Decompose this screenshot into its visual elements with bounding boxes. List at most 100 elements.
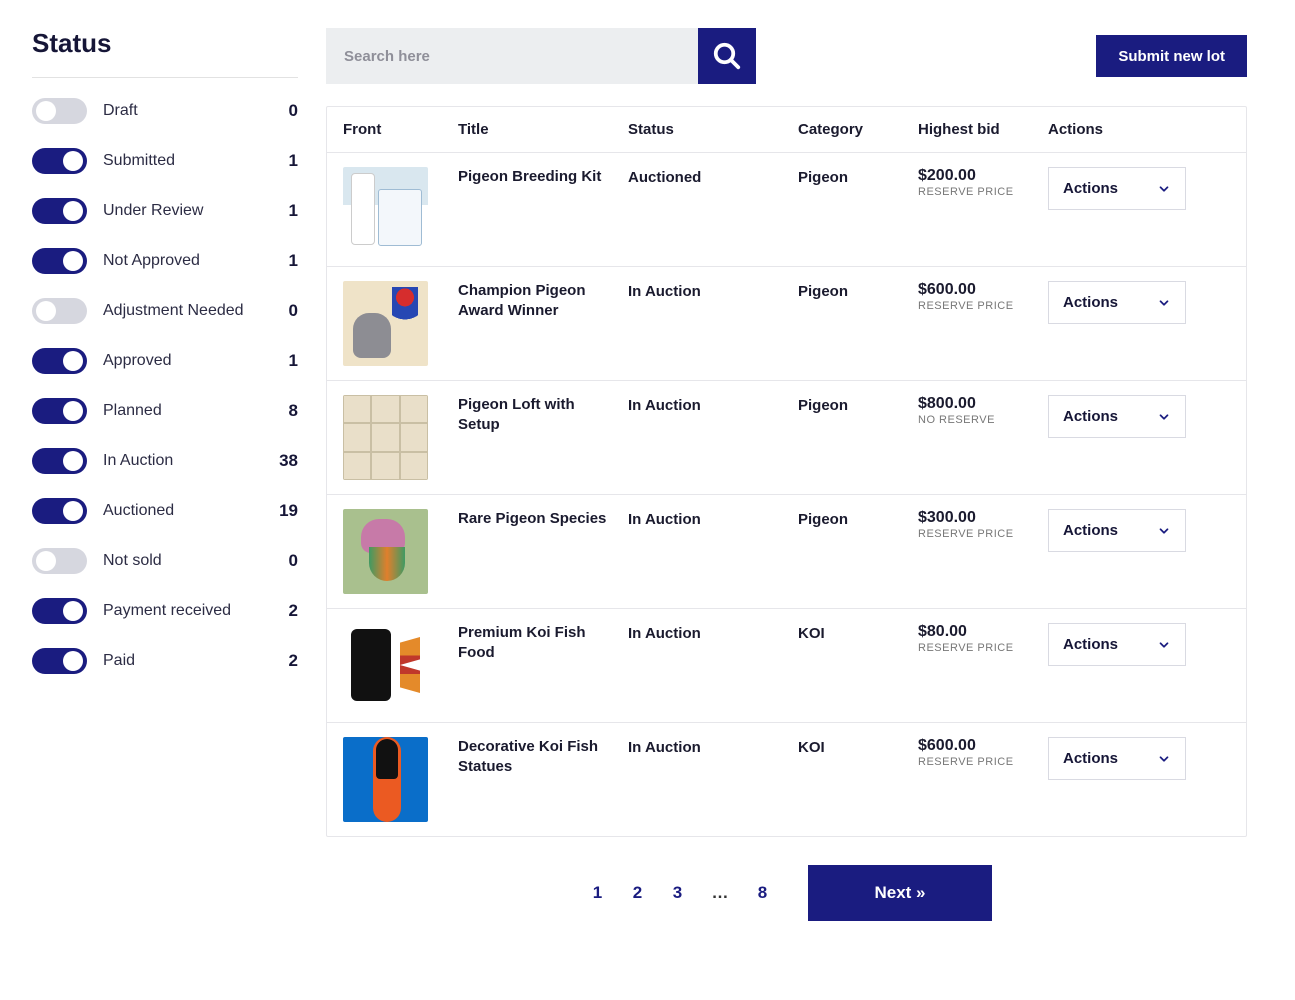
filter-toggle[interactable] (32, 598, 87, 624)
actions-button-label: Actions (1063, 294, 1118, 311)
lot-status: In Auction (628, 509, 798, 528)
lot-thumbnail (343, 623, 458, 708)
lot-status: In Auction (628, 395, 798, 414)
lot-bid: $600.00RESERVE PRICE (918, 281, 1048, 312)
table-row: Rare Pigeon SpeciesIn AuctionPigeon$300.… (327, 494, 1246, 608)
filter-count: 0 (289, 101, 298, 121)
topbar: Submit new lot (326, 28, 1247, 84)
filter-toggle[interactable] (32, 248, 87, 274)
actions-button-label: Actions (1063, 636, 1118, 653)
lot-thumbnail (343, 167, 458, 252)
col-front: Front (343, 121, 458, 138)
pagination-page[interactable]: 8 (746, 875, 778, 911)
filter-label: Not Approved (103, 252, 273, 270)
filter-label: Paid (103, 652, 273, 670)
lot-title: Decorative Koi Fish Statues (458, 737, 628, 778)
row-actions-button[interactable]: Actions (1048, 167, 1186, 210)
filter-count: 0 (289, 301, 298, 321)
bid-reserve: RESERVE PRICE (918, 186, 1048, 198)
lot-title: Premium Koi Fish Food (458, 623, 628, 664)
filter-label: Submitted (103, 152, 273, 170)
filter-toggle[interactable] (32, 548, 87, 574)
pagination-next-button[interactable]: Next » (808, 865, 991, 921)
lot-actions-cell: Actions (1048, 737, 1188, 780)
filter-label: Under Review (103, 202, 273, 220)
filter-toggle[interactable] (32, 298, 87, 324)
search-button[interactable] (698, 28, 756, 84)
filter-count: 2 (289, 651, 298, 671)
lot-category: Pigeon (798, 395, 918, 414)
submit-new-lot-button[interactable]: Submit new lot (1096, 35, 1247, 77)
filter-row: In Auction38 (32, 448, 298, 474)
filter-toggle[interactable] (32, 498, 87, 524)
lot-title: Rare Pigeon Species (458, 509, 628, 529)
table-row: Decorative Koi Fish StatuesIn AuctionKOI… (327, 722, 1246, 836)
row-actions-button[interactable]: Actions (1048, 623, 1186, 666)
sidebar-status: Status Draft 0 Submitted 1 Under Review 1 Not … (32, 28, 298, 921)
table-row: Champion Pigeon Award WinnerIn AuctionPi… (327, 266, 1246, 380)
lot-category: Pigeon (798, 281, 918, 300)
filter-toggle[interactable] (32, 98, 87, 124)
actions-button-label: Actions (1063, 180, 1118, 197)
filter-toggle[interactable] (32, 398, 87, 424)
bid-amount: $800.00 (918, 395, 1048, 413)
filter-label: Draft (103, 102, 273, 120)
pagination-page[interactable]: 3 (661, 875, 693, 911)
pagination-page[interactable]: 2 (621, 875, 653, 911)
row-actions-button[interactable]: Actions (1048, 737, 1186, 780)
filter-row: Paid 2 (32, 648, 298, 674)
lot-title: Champion Pigeon Award Winner (458, 281, 628, 322)
actions-button-label: Actions (1063, 750, 1118, 767)
col-highest-bid: Highest bid (918, 121, 1048, 138)
filter-row: Draft 0 (32, 98, 298, 124)
filter-label: Payment received (103, 602, 273, 620)
lot-category: Pigeon (798, 167, 918, 186)
lot-actions-cell: Actions (1048, 509, 1188, 552)
filter-label: Planned (103, 402, 273, 420)
row-actions-button[interactable]: Actions (1048, 281, 1186, 324)
filter-row: Approved1 (32, 348, 298, 374)
row-actions-button[interactable]: Actions (1048, 395, 1186, 438)
chevron-down-icon (1157, 182, 1171, 196)
bid-amount: $200.00 (918, 167, 1048, 185)
filter-label: In Auction (103, 452, 263, 470)
bid-reserve: RESERVE PRICE (918, 756, 1048, 768)
filter-count: 1 (289, 251, 298, 271)
chevron-down-icon (1157, 296, 1171, 310)
pagination-ellipsis: … (701, 875, 738, 911)
filter-row: Payment received 2 (32, 598, 298, 624)
search-input[interactable] (326, 28, 698, 84)
lot-actions-cell: Actions (1048, 281, 1188, 324)
filter-label: Not sold (103, 552, 273, 570)
lot-actions-cell: Actions (1048, 623, 1188, 666)
filter-count: 19 (279, 501, 298, 521)
pagination-page[interactable]: 1 (581, 875, 613, 911)
filter-count: 1 (289, 351, 298, 371)
row-actions-button[interactable]: Actions (1048, 509, 1186, 552)
filter-toggle[interactable] (32, 148, 87, 174)
bid-amount: $600.00 (918, 281, 1048, 299)
main-content: Submit new lot Front Title Status Catego… (326, 28, 1247, 921)
search-icon (712, 41, 742, 71)
lot-bid: $600.00RESERVE PRICE (918, 737, 1048, 768)
lot-category: KOI (798, 623, 918, 642)
filter-toggle[interactable] (32, 198, 87, 224)
lot-category: KOI (798, 737, 918, 756)
filter-count: 2 (289, 601, 298, 621)
bid-reserve: NO RESERVE (918, 414, 1048, 426)
sidebar-title: Status (32, 28, 298, 78)
col-title: Title (458, 121, 628, 138)
chevron-down-icon (1157, 410, 1171, 424)
filter-toggle[interactable] (32, 348, 87, 374)
table-row: Pigeon Breeding KitAuctionedPigeon$200.0… (327, 153, 1246, 266)
filter-label: Adjustment Needed (103, 302, 273, 320)
chevron-down-icon (1157, 524, 1171, 538)
filter-toggle[interactable] (32, 648, 87, 674)
lot-bid: $200.00RESERVE PRICE (918, 167, 1048, 198)
lots-table: Front Title Status Category Highest bid … (326, 106, 1247, 837)
table-row: Premium Koi Fish FoodIn AuctionKOI$80.00… (327, 608, 1246, 722)
filter-toggle[interactable] (32, 448, 87, 474)
filter-count: 1 (289, 201, 298, 221)
table-row: Pigeon Loft with SetupIn AuctionPigeon$8… (327, 380, 1246, 494)
pagination: 123…8 Next » (326, 865, 1247, 921)
